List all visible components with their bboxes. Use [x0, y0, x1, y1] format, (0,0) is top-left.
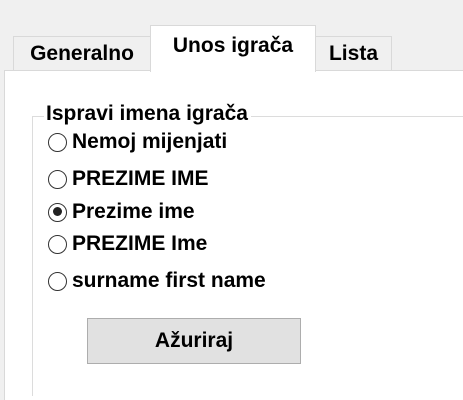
tab-unos-igraca[interactable]: Unos igrača	[150, 25, 316, 72]
radio-option-nemoj-mijenjati[interactable]: Nemoj mijenjati	[48, 129, 227, 155]
radio-button-selected-icon	[48, 202, 67, 222]
radio-option-prezime-ime-mixed[interactable]: PREZIME Ime	[48, 231, 207, 257]
radio-label: surname first name	[72, 269, 266, 292]
groupbox-title: Ispravi imena igrača	[44, 100, 251, 128]
radio-label: PREZIME Ime	[72, 232, 208, 255]
radio-dot-icon	[52, 207, 62, 216]
tab-strip: Generalno Lista Unos igrača	[0, 0, 463, 72]
radio-option-prezime-ime[interactable]: Prezime ime	[48, 199, 195, 225]
radio-label: Prezime ime	[72, 200, 195, 223]
radio-option-surname-first-name[interactable]: surname first name	[48, 268, 266, 294]
tab-generalno[interactable]: Generalno	[13, 36, 151, 71]
radio-option-prezime-ime-upper[interactable]: PREZIME IME	[48, 166, 209, 192]
radio-label: Nemoj mijenjati	[72, 130, 228, 153]
radio-button-icon	[48, 169, 67, 189]
tab-lista[interactable]: Lista	[315, 36, 392, 71]
radio-button-icon	[48, 234, 67, 254]
radio-label: PREZIME IME	[72, 167, 209, 190]
radio-button-icon	[48, 132, 67, 152]
radio-button-icon	[48, 271, 67, 291]
update-button[interactable]: Ažuriraj	[87, 318, 301, 364]
